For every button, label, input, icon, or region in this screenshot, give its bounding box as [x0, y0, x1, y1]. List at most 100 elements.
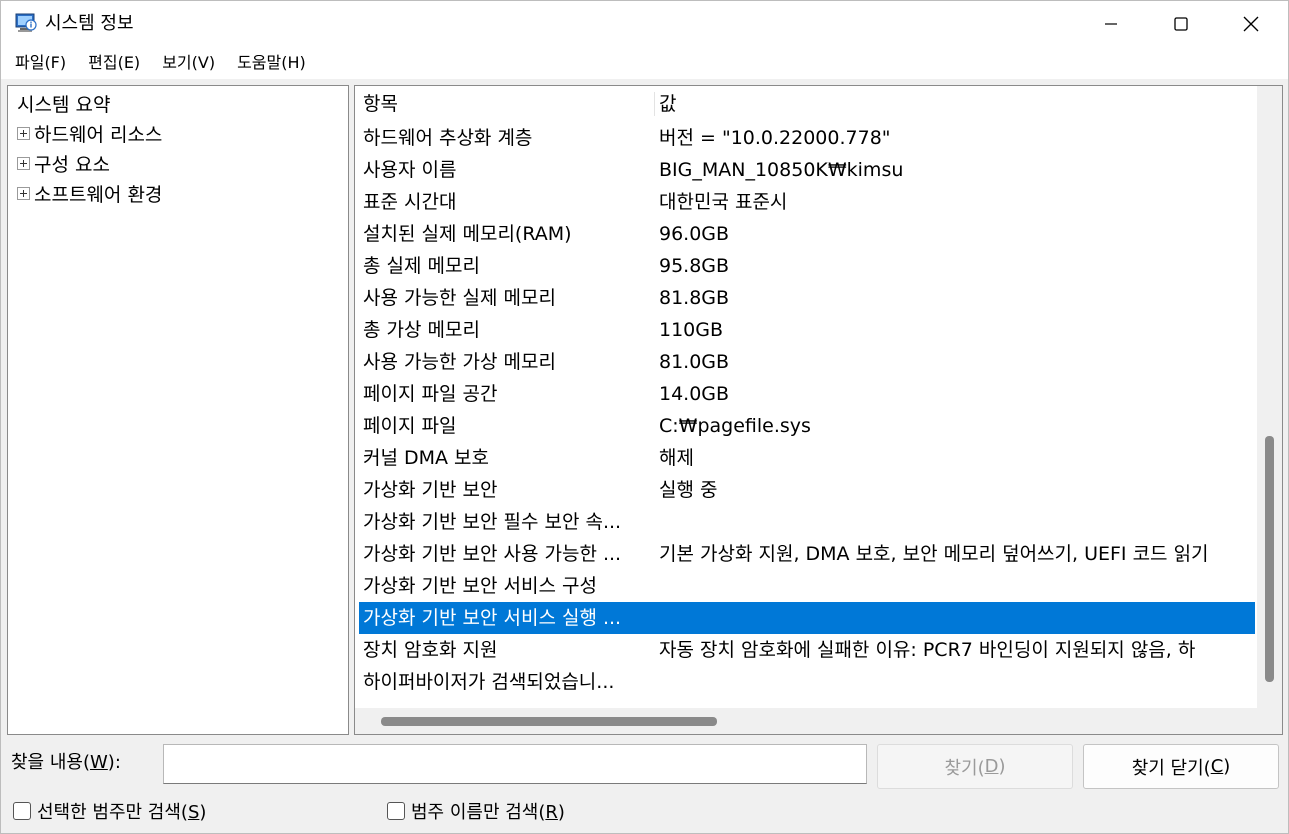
- maximize-button[interactable]: [1146, 1, 1216, 47]
- row-value-cell: [655, 666, 1255, 698]
- expand-icon[interactable]: [17, 126, 30, 140]
- row-value-cell: 14.0GB: [659, 383, 730, 405]
- find-input[interactable]: [163, 744, 867, 784]
- checkbox-icon[interactable]: [387, 802, 405, 820]
- scroll-corner: [1257, 708, 1282, 734]
- table-row[interactable]: 페이지 파일 공간 14.0GB: [359, 378, 1255, 410]
- row-item-cell: 설치된 실제 메모리(RAM): [363, 223, 572, 245]
- menu-help[interactable]: 도움말(H): [229, 49, 314, 77]
- table-row[interactable]: 가상화 기반 보안 필수 보안 속...: [359, 506, 1255, 538]
- list-rows: 하드웨어 추상화 계층 버전 = "10.0.22000.778" 사용자 이름 BI…: [359, 122, 1255, 698]
- row-item-cell: 사용자 이름: [363, 159, 457, 181]
- minimize-button[interactable]: [1076, 1, 1146, 47]
- table-row[interactable]: 총 가상 메모리 110GB: [359, 314, 1255, 346]
- table-row[interactable]: 사용 가능한 실제 메모리 81.8GB: [359, 282, 1255, 314]
- row-item-cell: 페이지 파일: [363, 415, 457, 437]
- row-item-cell: 총 가상 메모리: [363, 319, 480, 341]
- table-row[interactable]: 사용 가능한 가상 메모리 81.0GB: [359, 346, 1255, 378]
- checkbox-icon[interactable]: [13, 802, 31, 820]
- table-row[interactable]: 커널 DMA 보호 해제: [359, 442, 1255, 474]
- row-value-cell: 81.8GB: [659, 287, 730, 309]
- table-row[interactable]: 가상화 기반 보안 실행 중: [359, 474, 1255, 506]
- row-value-cell: BIG_MAN_10850K₩kimsu: [659, 159, 904, 181]
- category-tree[interactable]: 시스템 요약 하드웨어 리소스 구성 요소 소프트웨어 환경: [7, 85, 349, 735]
- row-item-cell: 페이지 파일 공간: [363, 383, 498, 405]
- row-value-cell: 실행 중: [659, 479, 718, 501]
- column-divider[interactable]: [654, 92, 655, 116]
- row-item-cell: 가상화 기반 보안: [363, 479, 498, 501]
- row-value-cell: [655, 570, 1255, 602]
- row-item-cell: 장치 암호화 지원: [363, 639, 498, 661]
- table-row[interactable]: 표준 시간대 대한민국 표준시: [359, 186, 1255, 218]
- vertical-scrollbar[interactable]: [1257, 86, 1282, 708]
- row-item-cell: 하드웨어 추상화 계층: [363, 127, 533, 149]
- horizontal-scrollbar[interactable]: [355, 708, 1257, 734]
- tree-item-system-summary[interactable]: 시스템 요약: [14, 88, 113, 118]
- row-value-cell: [655, 602, 1255, 634]
- menu-file[interactable]: 파일(F): [7, 49, 74, 77]
- menu-edit[interactable]: 편집(E): [80, 49, 148, 77]
- row-item-cell: 표준 시간대: [363, 191, 457, 213]
- minimize-icon: [1105, 23, 1117, 25]
- row-value-cell: 해제: [659, 447, 694, 469]
- vertical-scroll-thumb[interactable]: [1265, 436, 1274, 682]
- close-button[interactable]: [1216, 1, 1286, 47]
- column-header-value[interactable]: 값: [655, 88, 1255, 120]
- tree-item-label: 구성 요소: [34, 153, 110, 176]
- row-value-cell: 96.0GB: [659, 223, 730, 245]
- row-value-cell: C:₩pagefile.sys: [659, 415, 811, 437]
- table-row[interactable]: 총 실제 메모리 95.8GB: [359, 250, 1255, 282]
- list-header: 항목 값: [359, 88, 1255, 120]
- title-bar[interactable]: 시스템 정보: [1, 1, 1288, 47]
- menu-bar: 파일(F) 편집(E) 보기(V) 도움말(H): [1, 47, 1288, 79]
- close-icon: [1243, 16, 1259, 32]
- tree-item-software-environment[interactable]: 소프트웨어 환경: [17, 178, 162, 208]
- system-info-window: 시스템 정보 파일(F) 편집(E) 보기(V) 도움말(H) 시스템 요약 하…: [0, 0, 1289, 834]
- table-row[interactable]: 설치된 실제 메모리(RAM) 96.0GB: [359, 218, 1255, 250]
- find-label: 찾을 내용(W):: [11, 752, 121, 773]
- system-info-icon: [15, 13, 37, 33]
- table-row[interactable]: 가상화 기반 보안 사용 가능한 ... 기본 가상화 지원, DMA 보호, 보…: [359, 538, 1255, 570]
- column-header-item[interactable]: 항목: [359, 88, 655, 120]
- row-item-cell: 가상화 기반 보안 사용 가능한 ...: [363, 543, 622, 565]
- table-row[interactable]: 장치 암호화 지원 자동 장치 암호화에 실패한 이유: PCR7 바인딩이 지원…: [359, 634, 1255, 666]
- row-value-cell: 기본 가상화 지원, DMA 보호, 보안 메모리 덮어쓰기, UEFI 코드 …: [659, 543, 1209, 565]
- maximize-icon: [1174, 17, 1188, 31]
- search-category-names-only-checkbox[interactable]: 범주 이름만 검색(R): [387, 798, 565, 824]
- table-row[interactable]: 하드웨어 추상화 계층 버전 = "10.0.22000.778": [359, 122, 1255, 154]
- row-item-cell: 가상화 기반 보안 필수 보안 속...: [363, 511, 622, 533]
- row-item-cell: 사용 가능한 가상 메모리: [363, 351, 556, 373]
- table-row[interactable]: 페이지 파일 C:₩pagefile.sys: [359, 410, 1255, 442]
- details-list[interactable]: 항목 값 하드웨어 추상화 계층 버전 = "10.0.22000.778" 사용자…: [354, 85, 1283, 735]
- table-row[interactable]: 가상화 기반 보안 서비스 구성: [359, 570, 1255, 602]
- horizontal-scroll-thumb[interactable]: [381, 717, 717, 726]
- row-value-cell: 95.8GB: [659, 255, 730, 277]
- close-find-button[interactable]: 찾기 닫기(C): [1083, 744, 1279, 789]
- table-row[interactable]: 하이퍼바이저가 검색되었습니...: [359, 666, 1255, 698]
- expand-icon[interactable]: [17, 186, 30, 200]
- row-value-cell: [655, 506, 1255, 538]
- window-title: 시스템 정보: [45, 13, 134, 34]
- table-row[interactable]: 가상화 기반 보안 서비스 실행 ...: [359, 602, 1255, 634]
- row-value-cell: 대한민국 표준시: [659, 191, 788, 213]
- expand-icon[interactable]: [17, 156, 30, 170]
- row-item-cell: 총 실제 메모리: [363, 255, 480, 277]
- tree-item-hardware-resources[interactable]: 하드웨어 리소스: [17, 118, 162, 148]
- row-item-cell: 가상화 기반 보안 서비스 구성: [363, 575, 597, 597]
- row-item-cell: 사용 가능한 실제 메모리: [363, 287, 556, 309]
- menu-view[interactable]: 보기(V): [154, 49, 223, 77]
- table-row[interactable]: 사용자 이름 BIG_MAN_10850K₩kimsu: [359, 154, 1255, 186]
- tree-item-components[interactable]: 구성 요소: [17, 148, 110, 178]
- row-value-cell: 110GB: [659, 319, 724, 341]
- row-item-cell: 하이퍼바이저가 검색되었습니...: [363, 671, 615, 693]
- row-item-cell: 커널 DMA 보호: [363, 447, 490, 469]
- checkbox-label: 범주 이름만 검색(R): [411, 802, 565, 823]
- tree-item-label: 시스템 요약: [17, 93, 111, 116]
- checkbox-label: 선택한 범주만 검색(S): [37, 802, 207, 823]
- search-selected-category-only-checkbox[interactable]: 선택한 범주만 검색(S): [13, 798, 206, 824]
- tree-item-label: 소프트웨어 환경: [34, 183, 163, 206]
- row-value-cell: 81.0GB: [659, 351, 730, 373]
- find-button[interactable]: 찾기(D): [877, 744, 1073, 789]
- row-item-cell: 가상화 기반 보안 서비스 실행 ...: [363, 607, 622, 629]
- tree-item-label: 하드웨어 리소스: [34, 123, 163, 146]
